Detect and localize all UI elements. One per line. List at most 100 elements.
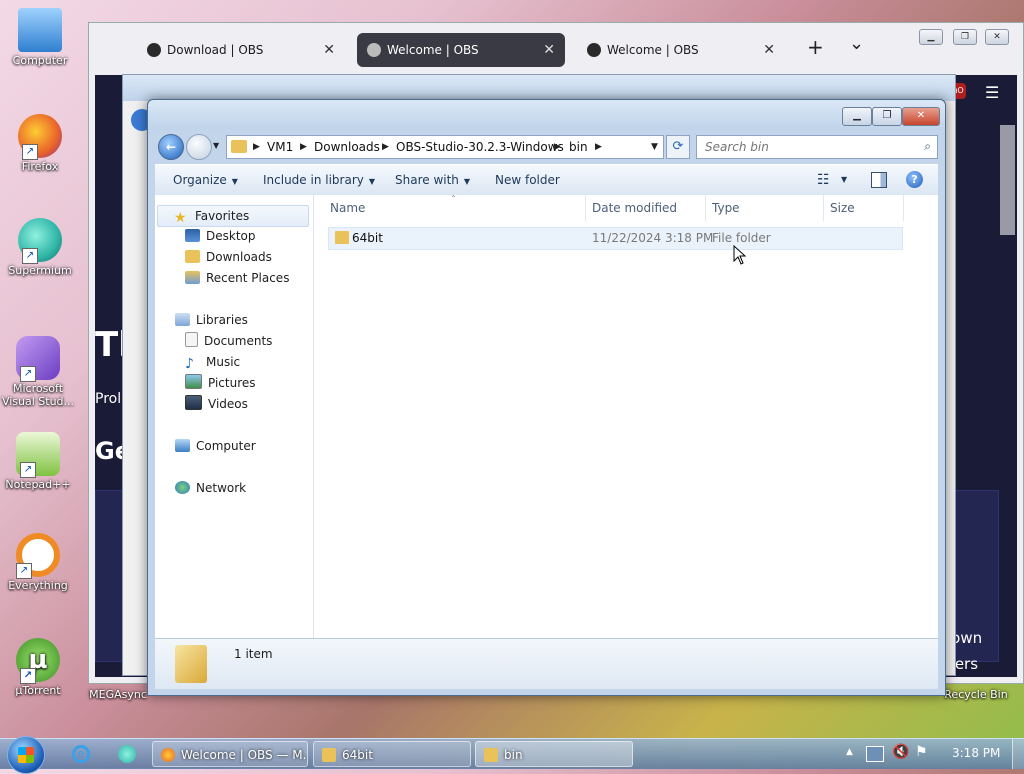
taskbar-item-bin[interactable]: bin xyxy=(475,741,633,767)
internet-explorer-icon[interactable]: e xyxy=(72,745,90,763)
taskbar-item-label: bin xyxy=(504,748,523,762)
nav-recent-places[interactable]: Recent Places xyxy=(185,268,289,288)
desktop-icon-label: Everything xyxy=(8,579,68,592)
tab-title: Download | OBS xyxy=(167,43,264,57)
nav-documents[interactable]: Documents xyxy=(185,331,272,351)
desktop-icon-megasync[interactable]: MEGAsync xyxy=(80,688,156,701)
folder-icon xyxy=(231,140,247,153)
breadcrumb-separator-icon[interactable]: ▶ xyxy=(382,136,389,158)
desktop-icon-utorrent[interactable]: µ ↗ µTorrent xyxy=(0,638,76,697)
search-input[interactable] xyxy=(697,136,907,158)
help-icon[interactable]: ? xyxy=(906,171,923,188)
breadcrumb-separator-icon[interactable]: ▶ xyxy=(554,136,561,158)
file-row[interactable]: 64bit 11/22/2024 3:18 PM File folder xyxy=(328,227,903,250)
command-bar: Organize ▼ Include in library ▼ Share with… xyxy=(155,164,938,196)
libraries-icon xyxy=(175,313,190,326)
volume-muted-icon[interactable]: 🔇 xyxy=(892,744,909,760)
maximize-button[interactable]: ❐ xyxy=(872,107,902,126)
clock[interactable]: 3:18 PM xyxy=(952,746,1000,760)
nav-label: Downloads xyxy=(206,250,272,264)
address-history-dropdown-icon[interactable]: ▼ xyxy=(651,136,658,158)
change-view-icon[interactable]: ☷ xyxy=(817,165,830,195)
breadcrumb-separator-icon[interactable]: ▶ xyxy=(253,136,260,158)
taskbar-item-64bit[interactable]: 64bit xyxy=(313,741,471,767)
menu-icon[interactable]: ☰ xyxy=(985,83,999,102)
breadcrumb-separator-icon[interactable]: ▶ xyxy=(300,136,307,158)
share-with-button[interactable]: Share with ▼ xyxy=(395,165,470,195)
desktop-icon-recycle-bin[interactable]: Recycle Bin xyxy=(938,688,1014,701)
desktop-icon-label: Microsoft Visual Stud... xyxy=(1,382,75,408)
network-tray-icon[interactable] xyxy=(866,746,884,762)
nav-desktop[interactable]: Desktop xyxy=(185,226,256,246)
folder-icon xyxy=(322,748,336,762)
column-header-name[interactable]: Name ⌃ xyxy=(324,194,586,221)
refresh-button[interactable]: ⟳ xyxy=(666,135,690,159)
explorer-titlebar[interactable]: ▁ ❐ ✕ xyxy=(148,100,945,130)
visual-studio-icon: ↗ xyxy=(16,336,60,382)
view-dropdown-icon[interactable]: ▼ xyxy=(841,165,847,195)
preview-pane-icon[interactable] xyxy=(871,172,887,188)
minimize-button[interactable]: ▁ xyxy=(842,107,872,126)
breadcrumb-obs-studio[interactable]: OBS-Studio-30.2.3-Windows xyxy=(396,136,564,158)
everything-search-icon: ↗ xyxy=(16,533,60,579)
page-scrollbar[interactable] xyxy=(1000,125,1015,235)
close-tab-icon[interactable]: ✕ xyxy=(543,33,555,67)
desktop-icon-label: Notepad++ xyxy=(5,478,71,491)
main-pane: ★ Favorites Desktop Downloads Recent Plac… xyxy=(155,194,938,638)
desktop-icon-label: Firefox xyxy=(21,160,59,173)
browser-tab-download-obs[interactable]: Download | OBS ✕ xyxy=(137,33,345,67)
supermium-taskbar-icon[interactable] xyxy=(118,745,136,763)
nav-computer[interactable]: Computer xyxy=(175,436,256,456)
desktop-icon-everything[interactable]: ↗ Everything xyxy=(0,533,76,592)
close-button[interactable]: ✕ xyxy=(902,107,940,126)
browser-close-button[interactable]: ✕ xyxy=(985,29,1009,45)
desktop-icon-computer[interactable]: Computer xyxy=(2,8,78,67)
nav-favorites[interactable]: ★ Favorites xyxy=(157,205,309,227)
browser-minimize-button[interactable]: ▁ xyxy=(919,29,943,45)
recent-pages-dropdown-icon[interactable]: ▼ xyxy=(213,141,219,150)
nav-downloads[interactable]: Downloads xyxy=(185,247,272,267)
organize-button[interactable]: Organize ▼ xyxy=(173,165,238,195)
taskbar-item-browser[interactable]: Welcome | OBS — M... xyxy=(152,741,308,767)
browser-tab-welcome-obs-active[interactable]: Welcome | OBS ✕ xyxy=(357,33,565,67)
address-bar[interactable]: ▶ VM1 ▶ Downloads ▶ OBS-Studio-30.2.3-Wi… xyxy=(226,135,664,159)
show-desktop-button[interactable] xyxy=(1012,739,1024,769)
new-folder-button[interactable]: New folder xyxy=(495,165,560,195)
new-tab-button[interactable]: + xyxy=(807,35,824,59)
desktop-icon-visual-studio[interactable]: ↗ Microsoft Visual Stud... xyxy=(0,336,76,408)
search-icon[interactable]: ⌕ xyxy=(924,139,931,154)
browser-maximize-button[interactable]: ❐ xyxy=(953,29,977,45)
desktop-icon-firefox[interactable]: ↗ Firefox xyxy=(2,114,78,173)
search-box[interactable]: ⌕ xyxy=(696,135,938,159)
breadcrumb-vm1[interactable]: VM1 xyxy=(267,136,293,158)
close-tab-icon[interactable]: ✕ xyxy=(323,33,335,67)
forward-button[interactable] xyxy=(186,134,212,160)
column-header-type[interactable]: Type xyxy=(706,195,824,221)
close-tab-icon[interactable]: ✕ xyxy=(763,33,775,67)
browser-tab-welcome-obs[interactable]: Welcome | OBS ✕ xyxy=(577,33,785,67)
column-header-size[interactable]: Size xyxy=(824,195,904,221)
back-button[interactable]: ← xyxy=(158,134,184,160)
tab-list-button[interactable]: ⌄ xyxy=(849,33,864,54)
include-in-library-button[interactable]: Include in library ▼ xyxy=(263,165,375,195)
nav-label: Documents xyxy=(204,334,273,348)
nav-network[interactable]: Network xyxy=(175,478,246,498)
network-icon xyxy=(175,481,190,494)
breadcrumb-bin[interactable]: bin xyxy=(569,136,588,158)
nav-videos[interactable]: Videos xyxy=(185,394,248,414)
show-hidden-icons-button[interactable]: ▲ xyxy=(846,747,853,757)
documents-icon xyxy=(185,332,198,347)
action-center-flag-icon[interactable]: ⚑ xyxy=(915,744,928,760)
taskbar: e Welcome | OBS — M... 64bit bin ▲ 🔇 ⚑ 3… xyxy=(0,736,1024,774)
column-header-label: Type xyxy=(712,201,740,215)
nav-pictures[interactable]: Pictures xyxy=(185,373,256,393)
column-header-date-modified[interactable]: Date modified xyxy=(586,195,706,221)
details-pane: 1 item xyxy=(155,638,938,689)
desktop-icon-notepadpp[interactable]: ↗ Notepad++ xyxy=(0,432,76,491)
desktop-icon-supermium[interactable]: ↗ Supermium xyxy=(2,218,78,277)
nav-music[interactable]: ♪ Music xyxy=(185,352,240,372)
breadcrumb-downloads[interactable]: Downloads xyxy=(314,136,380,158)
nav-libraries[interactable]: Libraries xyxy=(175,310,248,330)
breadcrumb-separator-icon[interactable]: ▶ xyxy=(595,136,602,158)
start-button[interactable] xyxy=(7,736,45,774)
